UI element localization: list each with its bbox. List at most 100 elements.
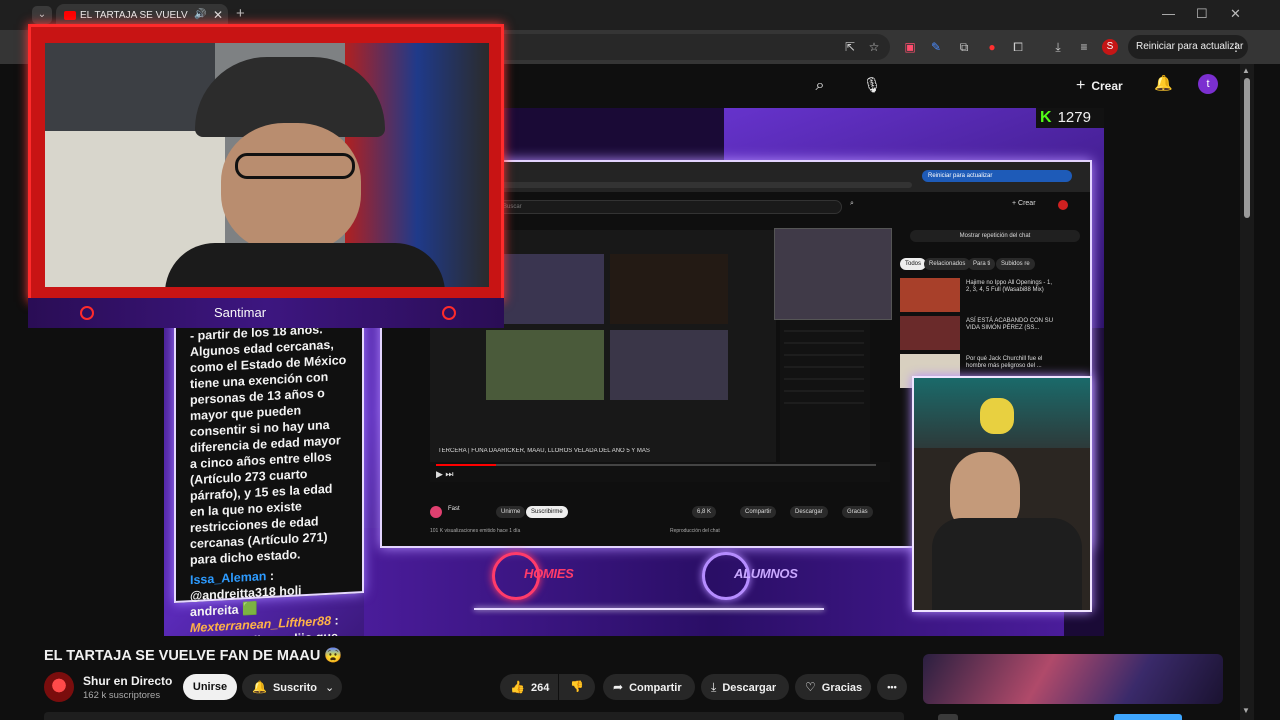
captured-tab-uploaded: Subidos re: [996, 258, 1035, 270]
extensions-puzzle-icon[interactable]: ⧠: [1010, 39, 1026, 55]
captured-player-controls: ▶ ⏭: [430, 462, 890, 482]
captured-webcam: [774, 228, 892, 320]
bookmark-star-icon[interactable]: ☆: [866, 39, 882, 55]
streamer-shirt: [165, 243, 445, 287]
tab-close-icon[interactable]: ✕: [213, 8, 223, 22]
dislike-button[interactable]: 👎: [559, 674, 595, 700]
captured-thanks-button: Gracias: [842, 506, 873, 518]
overlay-divider: [474, 608, 824, 610]
extension-icon-3[interactable]: ⧉: [956, 39, 972, 55]
new-tab-button[interactable]: +: [236, 5, 245, 22]
like-button[interactable]: 👍 264: [500, 674, 558, 700]
team-alumnos-label: ALUMNOS: [734, 566, 798, 581]
extension-icon-1[interactable]: ▣: [902, 39, 918, 55]
streamer-face: [221, 123, 361, 253]
mic-icon[interactable]: 🎙: [860, 70, 884, 102]
captured-channel-avatar: [430, 506, 442, 518]
team-homies-label: HOMIES: [524, 566, 574, 581]
page-scrollbar[interactable]: ▲ ▼: [1240, 64, 1254, 720]
nameplate-emblem-right-icon: [442, 306, 456, 320]
captured-tab-related: Relacionados: [924, 258, 971, 270]
captured-progress-track: [436, 464, 876, 466]
more-actions-button[interactable]: •••: [877, 674, 907, 700]
captured-search-bar: Buscar: [482, 200, 842, 214]
search-icon[interactable]: ⌕: [800, 72, 840, 100]
captured-play-icon: ▶ ⏭: [436, 469, 454, 479]
chat-username: Issa_Aleman: [190, 569, 267, 588]
close-window-button[interactable]: ✕: [1230, 6, 1241, 22]
bell-icon: 🔔: [252, 680, 267, 694]
extension-icon-2[interactable]: ✎: [928, 39, 944, 55]
captured-video-title: TERCERA | FUNA DAARICKER, MAAU, LLOROS V…: [438, 448, 650, 454]
maximize-window-button[interactable]: ☐: [1196, 6, 1208, 22]
join-label: Unirse: [192, 681, 228, 693]
downloads-icon[interactable]: ⤓: [1050, 39, 1066, 55]
create-button[interactable]: + Crear: [1076, 72, 1138, 100]
minimize-window-button[interactable]: —: [1162, 6, 1175, 21]
captured-rec-title: ASÍ ESTÁ ACABANDO CON SU VIDA SIMÓN PÉRE…: [966, 318, 1054, 331]
thumbs-down-icon: 👎: [570, 681, 584, 693]
tab-search-dropdown[interactable]: ⌄: [32, 6, 52, 24]
tab-audio-icon[interactable]: 🔊: [194, 9, 206, 20]
like-count: 264: [530, 682, 550, 694]
kick-viewer-count: K 1279: [1036, 108, 1104, 128]
scroll-up-icon[interactable]: ▲: [1242, 66, 1250, 75]
more-icon: •••: [887, 682, 897, 692]
monitor-background: [45, 43, 215, 131]
recommended-video-thumbnail[interactable]: [923, 654, 1223, 704]
captured-channel-name: Fast: [448, 506, 460, 512]
chevron-down-icon: ⌄: [324, 682, 335, 694]
description-box[interactable]: [44, 712, 904, 720]
scroll-down-icon[interactable]: ▼: [1242, 706, 1250, 715]
video-title: EL TARTAJA SE VUELVE FAN DE MAAU 😨: [44, 648, 343, 664]
create-label: Crear: [1091, 79, 1123, 93]
account-avatar[interactable]: t: [1198, 74, 1218, 94]
viewer-count: 1279: [1057, 109, 1091, 126]
restart-to-update-button[interactable]: Reiniciar para actualizar ⋮: [1128, 35, 1248, 59]
notifications-bell-icon[interactable]: 🔔: [1154, 74, 1173, 92]
captured-update-pill: Reiniciar para actualizar: [922, 170, 1072, 182]
captured-views: 101 K visualizaciones emitido hace 1 día: [430, 528, 521, 534]
youtube-favicon-icon: [64, 11, 76, 20]
captured-rec-thumb: [900, 278, 960, 312]
captured-rec-1: Hajime no Ippo All Openings - 1, 2, 3, 4…: [900, 278, 1052, 312]
thanks-icon: ♡: [805, 680, 816, 694]
thanks-button[interactable]: ♡ Gracias: [795, 674, 871, 700]
browser-menu-icon[interactable]: ⋮: [1230, 35, 1242, 59]
captured-chat-replay: Reproducción del chat: [670, 528, 720, 534]
extension-icon-4[interactable]: ●: [984, 39, 1000, 55]
captured-video-meta: Fast Unirme Suscribirme 6,8 K Compartir …: [430, 502, 890, 542]
download-button[interactable]: ⤓ Descargar: [701, 674, 789, 700]
install-app-icon[interactable]: ⇱: [842, 39, 858, 55]
scrollbar-thumb[interactable]: [1244, 78, 1250, 218]
captured-rec-thumb: [900, 316, 960, 350]
team-homies-logo: HOMIES: [492, 548, 612, 608]
channel-name[interactable]: Shur en Directo: [83, 674, 172, 688]
captured-download-button: Descargar: [790, 506, 828, 518]
captured-like-button: 6,8 K: [692, 506, 717, 518]
guest-webcam: [912, 376, 1092, 612]
subscribed-button[interactable]: 🔔 Suscrito ⌄: [242, 674, 342, 700]
download-icon: ⤓: [711, 680, 717, 694]
recommended-channel-avatar[interactable]: [938, 714, 958, 720]
recommended-action-button[interactable]: [1114, 714, 1182, 720]
tab-title: EL TARTAJA SE VUELVE FAN: [80, 10, 188, 21]
join-button[interactable]: Unirse: [183, 674, 237, 700]
guest-shirt: [932, 518, 1082, 610]
captured-tab-foryou: Para ti: [968, 258, 996, 270]
captured-rec-title: Hajime no Ippo All Openings - 1, 2, 3, 4…: [966, 280, 1053, 293]
captured-cam-tile-4: [610, 330, 728, 400]
media-controls-icon[interactable]: ≡: [1076, 39, 1092, 55]
captured-cam-tile-2: [610, 254, 728, 324]
captured-chat-toggle: Mostrar repetición del chat: [910, 230, 1080, 242]
chat-message-text: - partir de los 18 años. Algunos edad ce…: [190, 322, 347, 568]
captured-join-button: Unirme: [496, 506, 526, 518]
channel-avatar[interactable]: [44, 672, 74, 702]
streamer-webcam-frame: [28, 24, 504, 302]
share-arrow-icon: ➦: [613, 680, 624, 694]
captured-create-button: + Crear: [1012, 200, 1036, 207]
profile-avatar-icon[interactable]: S: [1102, 39, 1118, 55]
share-button[interactable]: ➦ Compartir: [603, 674, 695, 700]
webcam-name: Santimar: [214, 305, 267, 320]
captured-rec-title: Por qué Jack Churchill fue el hombre más…: [966, 356, 1043, 369]
